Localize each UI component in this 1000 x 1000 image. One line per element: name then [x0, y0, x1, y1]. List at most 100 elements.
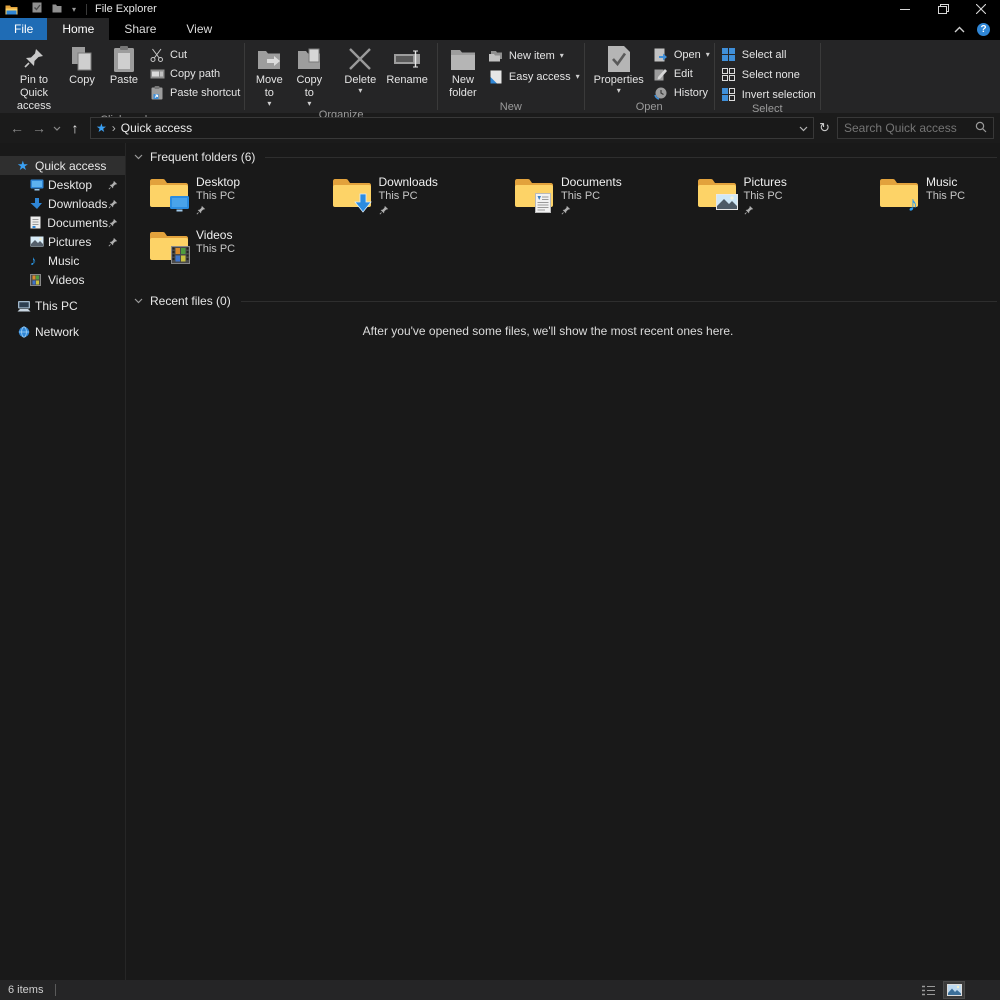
up-button[interactable]: ↑ [64, 120, 86, 136]
edit-button[interactable]: Edit [653, 66, 710, 81]
easy-access-icon [488, 69, 504, 85]
folder-tile-music[interactable]: ♪ Music This PC [878, 174, 1000, 220]
new-folder-qat-icon[interactable] [52, 2, 62, 16]
frequent-folders-header[interactable]: Frequent folders (6) [134, 149, 1000, 165]
new-folder-button[interactable]: New folder [442, 42, 484, 100]
invert-selection-button[interactable]: Invert selection [721, 87, 816, 102]
title-bar: ▾ File Explorer [0, 0, 1000, 18]
collapse-chevron-icon[interactable] [134, 154, 143, 160]
easy-access-button[interactable]: Easy access ▾ [488, 69, 580, 84]
properties-qat-icon[interactable] [32, 2, 42, 16]
delete-button[interactable]: Delete ▾ [339, 42, 381, 95]
close-button[interactable] [962, 0, 1000, 18]
search-box[interactable] [837, 117, 994, 139]
navigation-pane: ★ Quick access Desktop Downloads Documen… [0, 143, 126, 980]
recent-files-empty-message: After you've opened some files, we'll sh… [126, 324, 1000, 338]
paste-shortcut-button[interactable]: Paste shortcut [149, 85, 240, 100]
address-toolbar: ← → ↑ ★ › Quick access ↻ [0, 113, 1000, 143]
recent-files-header[interactable]: Recent files (0) [134, 293, 1000, 309]
tab-share[interactable]: Share [109, 18, 171, 40]
help-icon[interactable]: ? [977, 23, 990, 36]
select-all-button[interactable]: Select all [721, 47, 816, 62]
copy-path-button[interactable]: Copy path [149, 66, 240, 81]
collapse-chevron-icon[interactable] [134, 298, 143, 304]
sidebar-item-music[interactable]: ♪ Music [0, 251, 125, 270]
copy-to-button[interactable]: Copy to ▾ [289, 42, 329, 108]
window-title: File Explorer [95, 3, 157, 15]
move-to-button[interactable]: Move to ▾ [249, 42, 289, 108]
new-item-caret-icon: ▾ [560, 52, 564, 60]
sidebar-item-pictures[interactable]: Pictures [0, 232, 125, 251]
ribbon-separator [584, 43, 585, 110]
ribbon-group-organize: Move to ▾ Copy to ▾ Delete ▾ Rename Orga… [246, 40, 436, 113]
tab-file[interactable]: File [0, 18, 47, 40]
sidebar-item-videos[interactable]: Videos [0, 270, 125, 289]
quick-access-toolbar: ▾ [32, 2, 76, 16]
folder-name: Documents [561, 175, 622, 189]
edit-icon [653, 66, 669, 82]
new-item-button[interactable]: New item ▾ [488, 48, 580, 63]
folder-name: Downloads [379, 175, 438, 189]
sidebar-item-downloads[interactable]: Downloads [0, 194, 125, 213]
statusbar-divider [55, 984, 56, 996]
history-button[interactable]: History [653, 85, 710, 100]
search-input[interactable] [844, 121, 975, 135]
folder-tile-videos[interactable]: Videos This PC [148, 227, 331, 273]
pictures-icon [30, 236, 48, 247]
file-explorer-app-icon [5, 4, 18, 15]
paste-button[interactable]: Paste [103, 42, 145, 87]
folder-location: This PC [561, 189, 622, 203]
back-button[interactable]: ← [6, 120, 28, 136]
invert-selection-icon [721, 87, 737, 103]
documents-overlay-icon [535, 193, 551, 213]
minimize-ribbon-icon[interactable] [954, 22, 965, 36]
copy-icon [66, 44, 98, 74]
copy-to-icon [293, 44, 325, 74]
paste-shortcut-icon [149, 85, 165, 101]
sidebar-item-this-pc[interactable]: This PC [0, 296, 125, 315]
folder-tile-documents[interactable]: Documents This PC [513, 174, 696, 220]
breadcrumb-separator-icon: › [112, 121, 116, 135]
select-none-button[interactable]: Select none [721, 67, 816, 82]
folder-tile-downloads[interactable]: Downloads This PC [331, 174, 514, 220]
open-button[interactable]: Open ▾ [653, 47, 710, 62]
copy-path-icon [149, 66, 165, 82]
address-dropdown-icon[interactable] [799, 121, 808, 135]
breadcrumb-location[interactable]: Quick access [121, 121, 794, 135]
qat-customize-caret-icon[interactable]: ▾ [72, 5, 76, 14]
large-icons-view-button[interactable] [944, 982, 964, 998]
open-group-label: Open [589, 100, 710, 114]
folder-icon [331, 175, 375, 213]
documents-icon [30, 216, 47, 229]
properties-button[interactable]: Properties ▾ [589, 42, 649, 95]
forward-button[interactable]: → [28, 120, 50, 136]
sidebar-item-documents[interactable]: Documents [0, 213, 125, 232]
pin-to-quick-access-button[interactable]: Pin to Quick access [7, 42, 61, 113]
address-bar[interactable]: ★ › Quick access [90, 117, 814, 139]
details-view-button[interactable] [918, 982, 938, 998]
pin-icon [561, 205, 622, 215]
folder-tile-desktop[interactable]: Desktop This PC [148, 174, 331, 220]
tab-view[interactable]: View [171, 18, 227, 40]
refresh-icon[interactable]: ↻ [819, 120, 830, 136]
sidebar-item-network[interactable]: Network [0, 322, 125, 341]
folder-icon [148, 228, 192, 266]
desktop-icon [30, 179, 48, 191]
minimize-button[interactable] [886, 0, 924, 18]
open-icon [653, 47, 669, 63]
recent-locations-button[interactable] [50, 126, 64, 131]
folder-icon [148, 175, 192, 213]
copy-button[interactable]: Copy [61, 42, 103, 87]
ribbon-group-select: Select all Select none Invert selection … [716, 40, 819, 113]
search-icon[interactable] [975, 121, 987, 136]
restore-button[interactable] [924, 0, 962, 18]
sidebar-item-desktop[interactable]: Desktop [0, 175, 125, 194]
ribbon-separator [820, 43, 821, 110]
sidebar-item-quick-access[interactable]: ★ Quick access [0, 156, 125, 175]
rename-button[interactable]: Rename [381, 42, 433, 87]
cut-button[interactable]: Cut [149, 47, 240, 62]
downloads-overlay-icon [353, 193, 373, 213]
tab-home[interactable]: Home [47, 18, 109, 40]
items-view: Frequent folders (6) Desktop This PC [126, 143, 1000, 980]
folder-tile-pictures[interactable]: Pictures This PC [696, 174, 879, 220]
